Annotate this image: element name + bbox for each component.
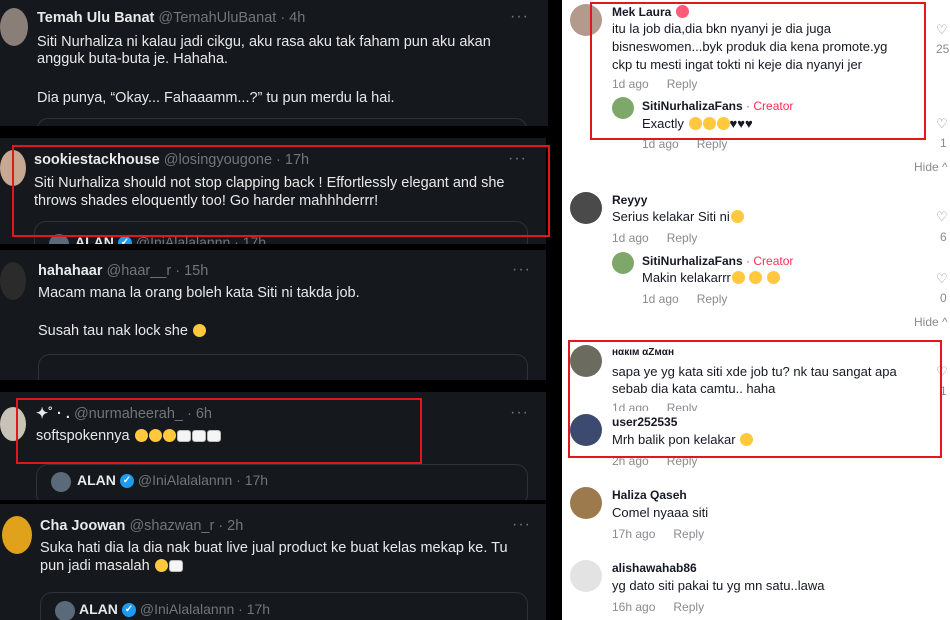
reply-button[interactable]: Reply	[667, 231, 698, 245]
comment-time: 17h ago	[612, 527, 656, 541]
avatar[interactable]	[0, 8, 28, 46]
like-count: 0	[940, 291, 947, 305]
verified-icon: ✓	[117, 236, 132, 244]
like-count: 1	[940, 136, 947, 150]
comment-author[interactable]: Reyyy	[612, 193, 647, 207]
person-gesture-icon	[168, 560, 183, 572]
avatar[interactable]	[612, 252, 634, 274]
tweet-text-line: angguk buta-buta je. Hahaha.	[37, 51, 229, 67]
reply-button[interactable]: Reply	[697, 292, 728, 306]
comment-meta: 17h ago Reply	[612, 527, 722, 541]
tweet-time: · 2h	[218, 518, 244, 534]
tweet-handle: @shazwan_r	[129, 518, 215, 534]
tweet-text-line: Dia punya, “Okay... Fahaaamm...?” tu pun…	[37, 90, 395, 106]
more-icon[interactable]: ···	[510, 404, 529, 422]
chevron-up-icon: ^	[942, 160, 948, 174]
pleading-face-icon	[192, 324, 206, 337]
comment-time: 1d ago	[642, 292, 679, 306]
avatar[interactable]	[570, 487, 602, 519]
tweet-handle: @haar__r	[106, 263, 172, 279]
comment-text-line: Comel nyaaa siti	[612, 505, 709, 520]
avatar[interactable]	[570, 560, 602, 592]
like-icon[interactable]: ♡	[936, 22, 948, 38]
comment-author[interactable]: Haliza Qaseh	[612, 488, 687, 502]
comment-time: 16h ago	[612, 600, 656, 614]
avatar[interactable]	[0, 262, 26, 300]
more-icon[interactable]: ···	[512, 261, 531, 279]
comment-author[interactable]: alishawahab86	[612, 561, 697, 575]
rolling-laughing-icon	[730, 210, 744, 223]
comment-time: 1d ago	[612, 231, 649, 245]
twitter-screenshot: Temah Ulu Banat @TemahUluBanat · 4h ··· …	[0, 0, 562, 620]
chevron-up-icon: ^	[942, 315, 948, 329]
comment-author[interactable]: SitiNurhalizaFans · Creator	[642, 254, 793, 268]
tweet-text-line: Susah tau nak lock she	[38, 320, 206, 342]
grin-icon	[749, 271, 763, 284]
quoted-tweet[interactable]: ALAN ✓ @IniAlalalannn · 17h	[40, 592, 528, 620]
quoted-tweet[interactable]: ALAN ✓ @IniAlalalannn · 17h	[36, 464, 528, 500]
comment-meta: 16h ago Reply	[612, 600, 722, 614]
grin-icon	[767, 271, 781, 284]
comment-text-line: yg dato siti pakai tu yg mn satu..lawa	[612, 578, 825, 593]
highlight-box	[16, 398, 422, 464]
avatar	[51, 472, 71, 492]
like-icon[interactable]: ♡	[936, 271, 948, 287]
quoted-author: ALAN ✓ @IniAlalalannn · 17h	[77, 472, 269, 489]
quoted-tweet[interactable]	[37, 118, 527, 126]
grin-icon	[731, 271, 745, 284]
tiktok-comments: Mek Laura itu la job dia,dia bkn nyanyi …	[562, 0, 950, 620]
grinning-sweat-icon	[154, 559, 168, 572]
highlight-box	[568, 340, 942, 458]
tweet-author[interactable]: hahahaar @haar__r · 15h	[38, 263, 208, 279]
tweet-text-line: pun jadi masalah	[40, 555, 183, 577]
like-icon[interactable]: ♡	[936, 209, 948, 225]
verified-icon: ✓	[119, 474, 134, 489]
tweet-text-line: Macam mana la orang boleh kata Siti ni t…	[38, 285, 360, 301]
like-icon[interactable]: ♡	[936, 116, 948, 132]
highlight-box	[590, 2, 926, 140]
tweet[interactable]: hahahaar @haar__r · 15h ··· Macam mana l…	[0, 250, 546, 380]
verified-icon: ✓	[121, 603, 136, 618]
avatar[interactable]	[2, 516, 32, 554]
tweet-time: · 4h	[280, 10, 306, 26]
highlight-box	[12, 145, 550, 237]
reply-button[interactable]: Reply	[673, 527, 704, 541]
comment-text-line: Makin kelakarrr	[642, 268, 781, 287]
like-count: 25	[936, 42, 950, 56]
creator-badge: Creator	[753, 254, 794, 268]
tweet[interactable]: Cha Joowan @shazwan_r · 2h ··· Suka hati…	[0, 504, 546, 620]
quoted-tweet[interactable]	[38, 354, 528, 380]
quoted-author: ALAN ✓ @IniAlalalannn · 17h	[79, 601, 271, 618]
more-icon[interactable]: ···	[512, 516, 531, 534]
more-icon[interactable]: ···	[510, 8, 529, 26]
like-count: 6	[940, 230, 947, 244]
hide-replies-button[interactable]: Hide ^	[914, 315, 948, 329]
comment-text-line: Serius kelakar Siti ni	[612, 207, 744, 226]
avatar	[55, 601, 75, 620]
tweet-author[interactable]: Cha Joowan @shazwan_r · 2h	[40, 518, 243, 534]
tweet[interactable]: Temah Ulu Banat @TemahUluBanat · 4h ··· …	[0, 0, 548, 126]
reply-button[interactable]: Reply	[673, 600, 704, 614]
hide-replies-button[interactable]: Hide ^	[914, 160, 948, 174]
avatar[interactable]	[570, 192, 602, 224]
tweet-time: · 15h	[175, 263, 209, 279]
comment-meta: 1d ago Reply	[642, 292, 745, 306]
tweet-handle: @TemahUluBanat	[158, 10, 277, 26]
comment-meta: 1d ago Reply	[612, 231, 715, 245]
tweet-author[interactable]: Temah Ulu Banat @TemahUluBanat · 4h	[37, 10, 305, 26]
